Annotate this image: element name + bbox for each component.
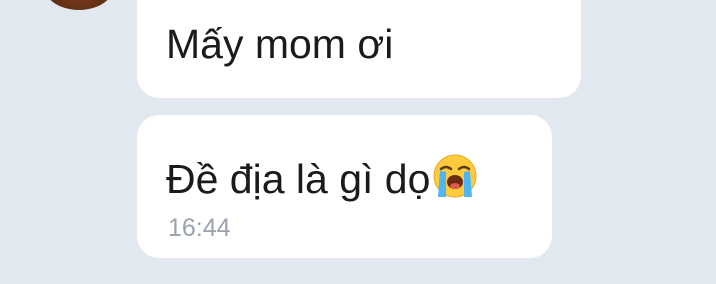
message-bubble[interactable]: Mấy mom ơi — [137, 0, 581, 98]
message-text: Đề địa là gì dọ — [166, 156, 431, 202]
message-text-row: Đề địa là gì dọ — [166, 153, 478, 209]
message-text: Mấy mom ơi — [166, 21, 394, 67]
chat-area: Mấy mom ơi Đề địa là gì dọ 16:44 — [0, 0, 716, 284]
message-timestamp: 16:44 — [168, 214, 231, 242]
message-bubble[interactable]: Đề địa là gì dọ 16:44 — [137, 115, 552, 258]
loudly-crying-face-emoji-icon — [432, 153, 478, 209]
sender-avatar[interactable] — [44, 0, 114, 10]
